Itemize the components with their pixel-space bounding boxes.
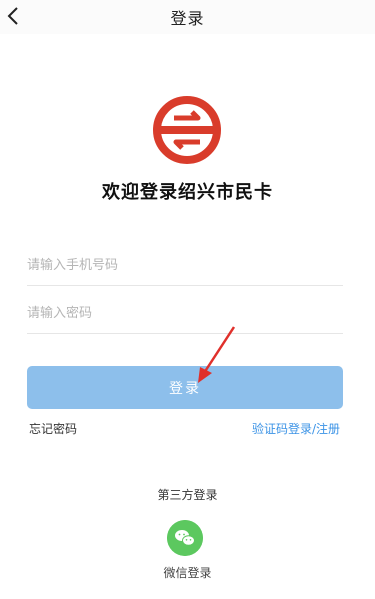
- page-title: 登录: [170, 9, 205, 28]
- phone-number-input[interactable]: [27, 245, 343, 286]
- wechat-login-label[interactable]: 微信登录: [0, 564, 375, 581]
- sms-login-register-link[interactable]: 验证码登录/注册: [252, 420, 340, 437]
- wechat-icon[interactable]: [167, 520, 203, 556]
- navigation-bar: 登录: [0, 0, 375, 34]
- password-input[interactable]: [27, 293, 343, 334]
- forgot-password-link[interactable]: 忘记密码: [29, 420, 77, 437]
- login-button[interactable]: 登录: [27, 366, 343, 409]
- welcome-heading: 欢迎登录绍兴市民卡: [102, 182, 273, 203]
- citizen-card-logo-icon: [153, 96, 221, 164]
- third-party-login-title: 第三方登录: [157, 488, 218, 502]
